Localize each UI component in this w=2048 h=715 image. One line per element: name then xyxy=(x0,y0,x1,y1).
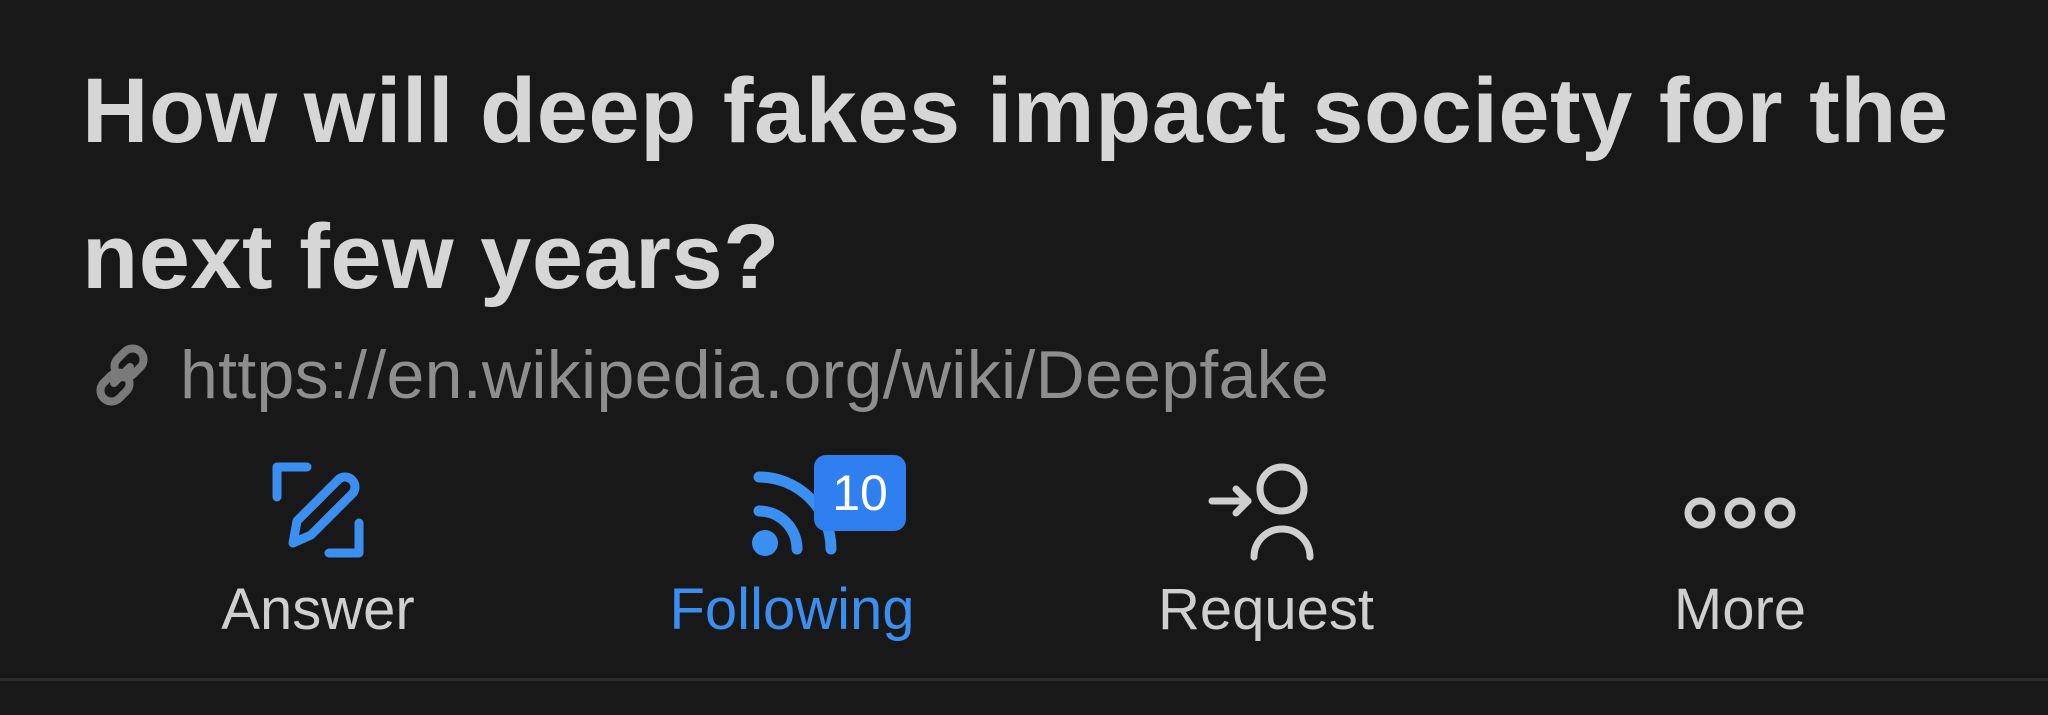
pencil-square-icon xyxy=(248,455,388,565)
following-count-badge: 10 xyxy=(814,455,906,531)
question-link[interactable]: https://en.wikipedia.org/wiki/Deepfake xyxy=(86,332,1329,418)
person-arrow-icon xyxy=(1196,455,1336,565)
request-button[interactable]: Request xyxy=(1116,455,1416,655)
answer-label: Answer xyxy=(221,577,415,642)
following-button[interactable]: 10 Following xyxy=(642,455,942,655)
link-icon xyxy=(86,339,158,411)
more-label: More xyxy=(1673,577,1807,642)
question-title: How will deep fakes impact society for t… xyxy=(82,60,1949,308)
more-button[interactable]: More xyxy=(1590,455,1890,655)
action-bar: Answer 10 Following Request More xyxy=(0,455,2048,655)
rss-feed-icon: 10 xyxy=(722,455,906,565)
following-label: Following xyxy=(669,577,915,642)
link-url[interactable]: https://en.wikipedia.org/wiki/Deepfake xyxy=(180,332,1329,418)
ellipsis-icon xyxy=(1670,455,1810,565)
request-label: Request xyxy=(1157,577,1375,642)
divider xyxy=(0,678,2048,681)
answer-button[interactable]: Answer xyxy=(168,455,468,655)
